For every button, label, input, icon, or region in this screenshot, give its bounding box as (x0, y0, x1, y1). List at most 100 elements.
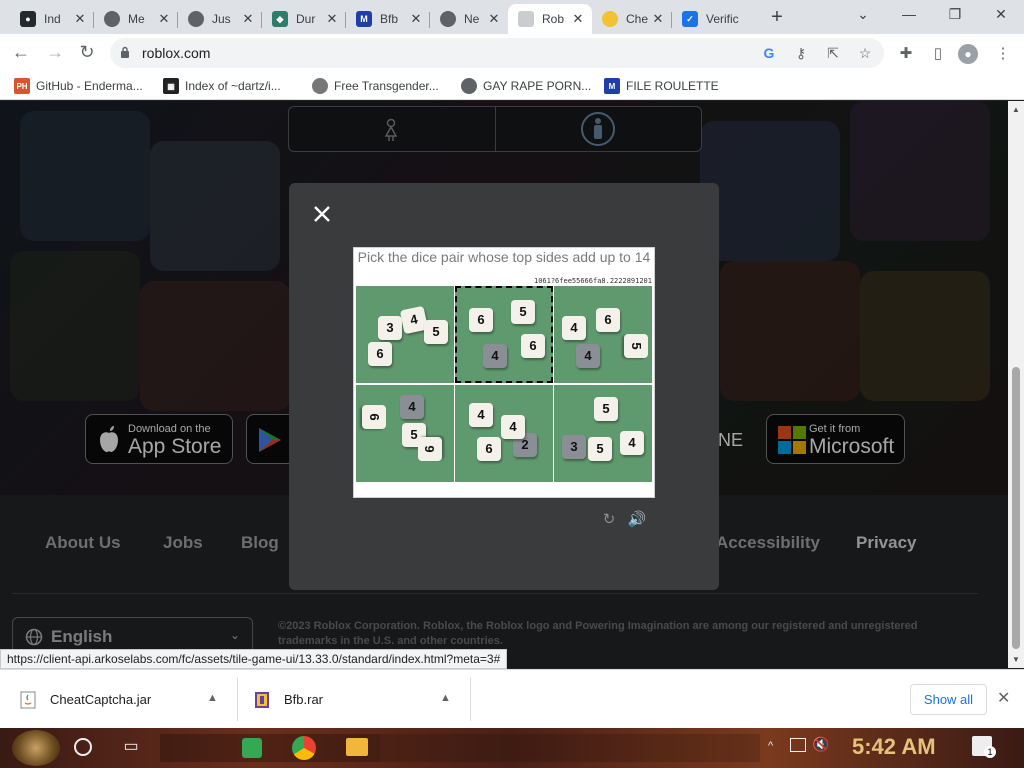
java-file-icon (20, 691, 36, 708)
scroll-down-arrow-icon[interactable]: ▼ (1012, 655, 1020, 664)
bookmark-label: FILE ROULETTE (626, 79, 719, 93)
start-button[interactable] (12, 730, 60, 766)
die: 4 (483, 344, 507, 368)
tab-1[interactable]: ● Ind ✕ (10, 4, 94, 34)
die: 3 (562, 435, 586, 459)
tab-9[interactable]: ✓ Verific (672, 4, 758, 34)
close-tab-icon[interactable]: ✕ (240, 11, 256, 27)
close-tab-icon[interactable]: ✕ (408, 11, 424, 27)
die: 4 (400, 395, 424, 419)
chevron-up-icon[interactable]: ▲ (207, 692, 218, 704)
close-tab-icon[interactable]: ✕ (156, 11, 172, 27)
die: 5 (424, 320, 448, 344)
scroll-up-arrow-icon[interactable]: ▲ (1012, 105, 1020, 114)
tab-label: Jus (212, 12, 231, 26)
close-tab-icon[interactable]: ✕ (72, 11, 88, 27)
close-tab-icon[interactable]: ✕ (570, 11, 586, 27)
close-tab-icon[interactable]: ✕ (486, 11, 502, 27)
minimize-button[interactable]: — (886, 0, 932, 30)
reload-button[interactable]: ↻ (74, 41, 100, 65)
bookmark-star-icon[interactable]: ☆ (856, 44, 874, 62)
tab-2[interactable]: Me ✕ (94, 4, 178, 34)
windows-taskbar: ▭ ^ 🔇 5:42 AM 1 (0, 728, 1024, 768)
share-icon[interactable]: ⇱ (824, 44, 842, 62)
die: 5 (594, 397, 618, 421)
captcha-tile-2[interactable]: 6 5 6 4 (455, 286, 553, 383)
captcha-tile-5[interactable]: 4 6 2 4 (455, 385, 553, 482)
tab-7-active[interactable]: Rob ✕ (508, 4, 592, 34)
archive-file-icon (255, 691, 269, 708)
side-panel-icon[interactable]: ▯ (927, 43, 949, 65)
download-separator (470, 678, 471, 721)
captcha-prompt: Pick the dice pair whose top sides add u… (357, 249, 651, 265)
profile-avatar-icon[interactable]: ● (958, 44, 978, 64)
die: 4 (501, 415, 525, 439)
close-tab-icon[interactable]: ✕ (324, 11, 340, 27)
scrollbar-thumb[interactable] (1012, 367, 1020, 649)
tab-strip: ● Ind ✕ Me ✕ Jus ✕ ◆ Dur ✕ M Bfb ✕ Ne ✕ … (0, 0, 1024, 34)
chrome-icon (104, 11, 120, 27)
tab-label: Ne (464, 12, 480, 26)
bookmark-item[interactable]: M FILE ROULETTE (604, 77, 719, 95)
die: 5 (588, 437, 612, 461)
tab-6[interactable]: Ne ✕ (430, 4, 508, 34)
page-scrollbar[interactable]: ▲ ▼ (1008, 101, 1024, 668)
tab-label: Bfb (380, 12, 399, 26)
taskbar-clock[interactable]: 5:42 AM (852, 734, 936, 760)
tab-8[interactable]: Che ✕ (592, 4, 672, 34)
new-tab-button[interactable]: + (766, 7, 788, 29)
chevron-up-icon[interactable]: ▲ (440, 692, 451, 704)
bookmark-item[interactable]: GAY RAPE PORN... (461, 77, 591, 95)
network-icon[interactable] (790, 738, 806, 752)
captcha-tile-3[interactable]: 4 6 5 4 (554, 286, 652, 383)
bookmark-label: GAY RAPE PORN... (483, 79, 592, 93)
tab-search-chevron-icon[interactable]: ⌄ (840, 0, 886, 30)
bookmark-item[interactable]: Free Transgender... (312, 77, 439, 95)
show-all-downloads-button[interactable]: Show all (910, 684, 987, 715)
download-item-rar[interactable]: Bfb.rar ▲ (254, 678, 464, 721)
refresh-icon[interactable]: ↻ (599, 510, 619, 528)
file-explorer-icon[interactable] (346, 738, 368, 756)
tray-chevron-icon[interactable]: ^ (768, 740, 773, 768)
audio-speaker-icon[interactable]: 🔊 (627, 510, 647, 528)
extensions-puzzle-icon[interactable]: ✚ (895, 43, 917, 65)
task-view-icon[interactable]: ▭ (120, 736, 142, 758)
close-download-shelf-icon[interactable]: ✕ (997, 688, 1010, 708)
tab-label: Me (128, 12, 145, 26)
google-sheets-icon[interactable] (242, 738, 262, 758)
volume-muted-icon[interactable]: 🔇 (812, 736, 829, 764)
captcha-tile-1[interactable]: 3 4 6 5 (356, 286, 454, 383)
captcha-frame: Pick the dice pair whose top sides add u… (353, 247, 655, 498)
cube-icon: ◆ (272, 11, 288, 27)
google-lens-icon[interactable]: G (760, 44, 778, 62)
captcha-meta-id: 1061?6fee55666fa8.2222891201 (533, 277, 652, 285)
die: 6 (368, 342, 392, 366)
browser-toolbar: ← → ↻ roblox.com G ⚷ ⇱ ☆ (0, 34, 1024, 72)
bookmark-item[interactable]: PH GitHub - Enderma... (14, 77, 143, 95)
lock-icon (121, 46, 129, 58)
captcha-tile-6[interactable]: 5 3 5 4 (554, 385, 652, 482)
menu-kebab-icon[interactable]: ⋮ (992, 43, 1014, 65)
tab-3[interactable]: Jus ✕ (178, 4, 262, 34)
tab-4[interactable]: ◆ Dur ✕ (262, 4, 346, 34)
address-bar[interactable]: roblox.com G ⚷ ⇱ ☆ (110, 38, 884, 68)
taskbar-empty-area (380, 734, 760, 762)
tab-5[interactable]: M Bfb ✕ (346, 4, 430, 34)
die: 6 (469, 308, 493, 332)
restore-button[interactable]: ❐ (932, 0, 978, 30)
close-icon[interactable] (311, 203, 333, 225)
captcha-tile-4[interactable]: 6 5 6 4 (356, 385, 454, 482)
chrome-taskbar-icon[interactable] (292, 736, 316, 760)
die: 4 (620, 431, 644, 455)
forward-button[interactable]: → (42, 41, 68, 65)
mft-icon: M (356, 11, 372, 27)
tab-label: Dur (296, 12, 316, 26)
bookmark-item[interactable]: ▦ Index of ~dartz/i... (163, 77, 281, 95)
download-item-jar[interactable]: CheatCaptcha.jar ▲ (20, 678, 230, 721)
bookmarks-bar: PH GitHub - Enderma... ▦ Index of ~dartz… (0, 72, 1024, 100)
close-tab-icon[interactable]: ✕ (650, 11, 666, 27)
key-icon[interactable]: ⚷ (792, 44, 810, 62)
search-circle-icon[interactable] (74, 738, 92, 756)
back-button[interactable]: ← (8, 41, 34, 65)
close-window-button[interactable]: ✕ (978, 0, 1024, 30)
